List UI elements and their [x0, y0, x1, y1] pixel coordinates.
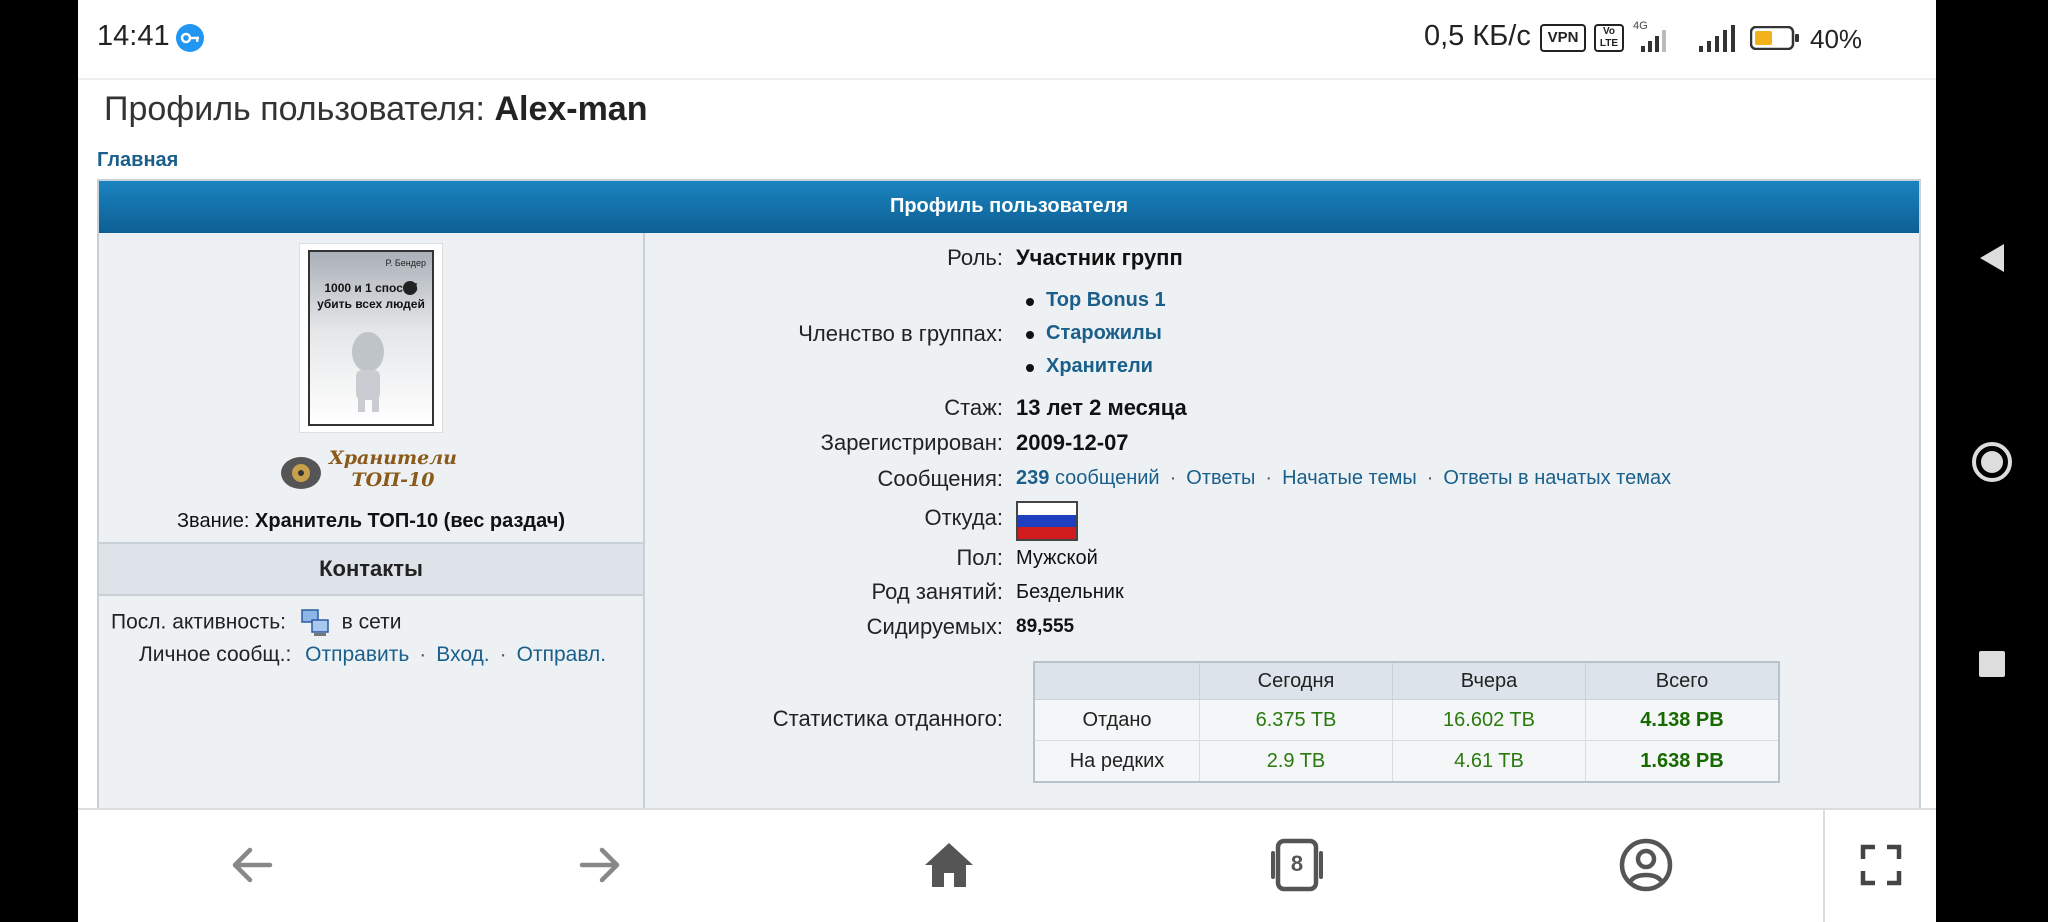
battery-percent: 40%	[1810, 24, 1863, 54]
messages-count-link[interactable]: 239 сообщений	[1016, 467, 1160, 489]
rank-badge-image: Хранители ТОП-10	[277, 445, 463, 495]
occupation-label: Род занятий:	[871, 579, 1003, 604]
fullscreen-icon[interactable]	[1851, 835, 1911, 895]
forward-arrow-icon[interactable]	[570, 835, 630, 895]
messages-label: Сообщения:	[877, 466, 1003, 491]
separator-dot: ·	[1169, 467, 1177, 489]
stats-cell: 2.9 TB	[1199, 740, 1393, 783]
toolbar-divider	[1823, 810, 1825, 922]
page-title-prefix: Профиль пользователя:	[104, 90, 485, 128]
started-topics-link[interactable]: Начатые темы	[1282, 467, 1417, 489]
account-icon[interactable]	[1616, 835, 1676, 895]
robot-figure-icon	[352, 281, 417, 412]
separator-dot: ·	[1426, 467, 1434, 489]
seeding-label: Сидируемых:	[866, 614, 1003, 639]
stats-cell: 6.375 TB	[1199, 699, 1393, 741]
messages-word: сообщений	[1054, 467, 1160, 489]
separator-dot: ·	[1265, 467, 1273, 489]
pm-label: Личное сообщ.:	[139, 643, 292, 666]
system-home-icon[interactable]	[1970, 440, 2014, 484]
volte-badge: Vo LTE	[1594, 24, 1624, 52]
online-computer-icon	[300, 608, 330, 638]
gender-value: Мужской	[1016, 547, 1098, 569]
stats-header-cell: Вчера	[1392, 661, 1586, 700]
registered-label: Зарегистрирован:	[820, 430, 1003, 455]
tenure-label: Стаж:	[944, 395, 1003, 420]
system-recents-icon[interactable]	[1976, 648, 2008, 680]
separator-dot: ·	[499, 643, 507, 666]
tabs-count: 8	[1290, 851, 1304, 876]
gender-label: Пол:	[956, 545, 1003, 570]
pm-sent-link[interactable]: Отправл.	[517, 643, 606, 666]
tabs-icon[interactable]: 8	[1267, 835, 1327, 895]
registered-value: 2009-12-07	[1016, 430, 1129, 455]
stats-cell: 4.61 TB	[1392, 740, 1586, 783]
stats-header-cell: Сегодня	[1199, 661, 1393, 700]
messages-links: 239 сообщений · Ответы · Начатые темы · Ответы…	[1016, 467, 1671, 490]
page-title-username: Alex-man	[494, 90, 648, 128]
breadcrumb-home-link[interactable]: Главная	[97, 149, 178, 172]
from-label: Откуда:	[924, 505, 1003, 530]
stats-cell-total: 1.638 PB	[1585, 740, 1780, 783]
user-avatar[interactable]: Р. Бендер 1000 и 1 способ убить всех люд…	[299, 243, 443, 433]
stats-cell-total: 4.138 PB	[1585, 699, 1780, 741]
signal-4g-icon: 4G	[1631, 20, 1671, 54]
system-back-icon[interactable]	[1974, 240, 2010, 276]
rank-badge-text: Хранители ТОП-10	[329, 447, 457, 491]
activity-value: в сети	[341, 610, 402, 634]
rank-line: Звание: Хранитель ТОП-10 (вес раздач)	[99, 510, 643, 533]
system-navigation-bar	[1936, 0, 2048, 922]
browser-bottom-toolbar: 8	[78, 808, 1936, 922]
russia-flag-icon	[1016, 501, 1078, 541]
network-speed: 0,5 КБ/с	[1424, 20, 1531, 52]
profile-left-column: Р. Бендер 1000 и 1 способ убить всех люд…	[99, 233, 645, 811]
activity-row: Посл. активность: в сети	[111, 608, 402, 638]
rank-label: Звание:	[176, 510, 250, 532]
stats-header-row: Сегодня Вчера Всего	[1033, 661, 1780, 700]
occupation-value: Бездельник	[1016, 581, 1124, 603]
clock: 14:41	[97, 20, 170, 52]
profile-header: Профиль пользователя	[99, 181, 1919, 233]
group-link-keepers[interactable]: Хранители	[1046, 355, 1153, 377]
role-label: Роль:	[947, 245, 1003, 270]
contacts-header: Контакты	[99, 542, 643, 596]
table-row: Отдано 6.375 TB 16.602 TB 4.138 PB	[1033, 699, 1780, 741]
tenure-value: 13 лет 2 месяца	[1016, 395, 1187, 420]
stats-header-cell	[1033, 661, 1200, 700]
profile-table: Профиль пользователя Р. Бендер 1000 и 1 …	[97, 179, 1921, 813]
group-link-top-bonus[interactable]: Top Bonus 1	[1046, 289, 1166, 311]
stats-row-header: Отдано	[1033, 699, 1200, 741]
stats-row-header: На редких	[1033, 740, 1200, 783]
vpn-key-icon	[176, 24, 204, 52]
separator-dot: ·	[419, 643, 427, 666]
stats-label: Статистика отданного:	[772, 706, 1003, 731]
stats-header-cell: Всего	[1585, 661, 1780, 700]
topic-replies-link[interactable]: Ответы в начатых темах	[1443, 467, 1671, 489]
activity-label: Посл. активность:	[111, 610, 286, 634]
messages-count: 239	[1016, 467, 1050, 489]
avatar-book-cover: Р. Бендер 1000 и 1 способ убить всех люд…	[308, 250, 434, 426]
pm-inbox-link[interactable]: Вход.	[436, 643, 489, 666]
profile-right-column: Роль: Участник групп Членство в группах:…	[645, 233, 1919, 811]
home-icon[interactable]	[919, 835, 979, 895]
page-title: Профиль пользователя: Alex-man	[104, 90, 648, 129]
back-arrow-icon[interactable]	[222, 835, 282, 895]
battery-icon	[1749, 25, 1800, 51]
groups-label: Членство в группах:	[798, 321, 1003, 346]
pm-row: Личное сообщ.: Отправить · Вход. · Отправл.	[139, 643, 606, 667]
rank-value: Хранитель ТОП-10 (вес раздач)	[255, 510, 566, 532]
groups-list: Top Bonus 1 Старожилы Хранители	[1016, 289, 1166, 388]
vpn-badge: VPN	[1540, 24, 1586, 52]
status-bar: 14:41 0,5 КБ/с VPN Vo LTE 4G 40%	[78, 0, 1936, 80]
stats-cell: 16.602 TB	[1392, 699, 1586, 741]
signal-icon	[1696, 24, 1736, 54]
seeding-value: 89,555	[1016, 616, 1075, 637]
group-link-old-timers[interactable]: Старожилы	[1046, 322, 1162, 344]
upload-stats-table: Сегодня Вчера Всего Отдано 6.375 TB 16.6…	[1033, 661, 1780, 783]
browser-window: 14:41 0,5 КБ/с VPN Vo LTE 4G 40% Профиль…	[78, 0, 1936, 922]
role-value: Участник групп	[1016, 245, 1183, 270]
replies-link[interactable]: Ответы	[1186, 467, 1255, 489]
table-row: На редких 2.9 TB 4.61 TB 1.638 PB	[1033, 740, 1780, 783]
pm-send-link[interactable]: Отправить	[305, 643, 409, 666]
